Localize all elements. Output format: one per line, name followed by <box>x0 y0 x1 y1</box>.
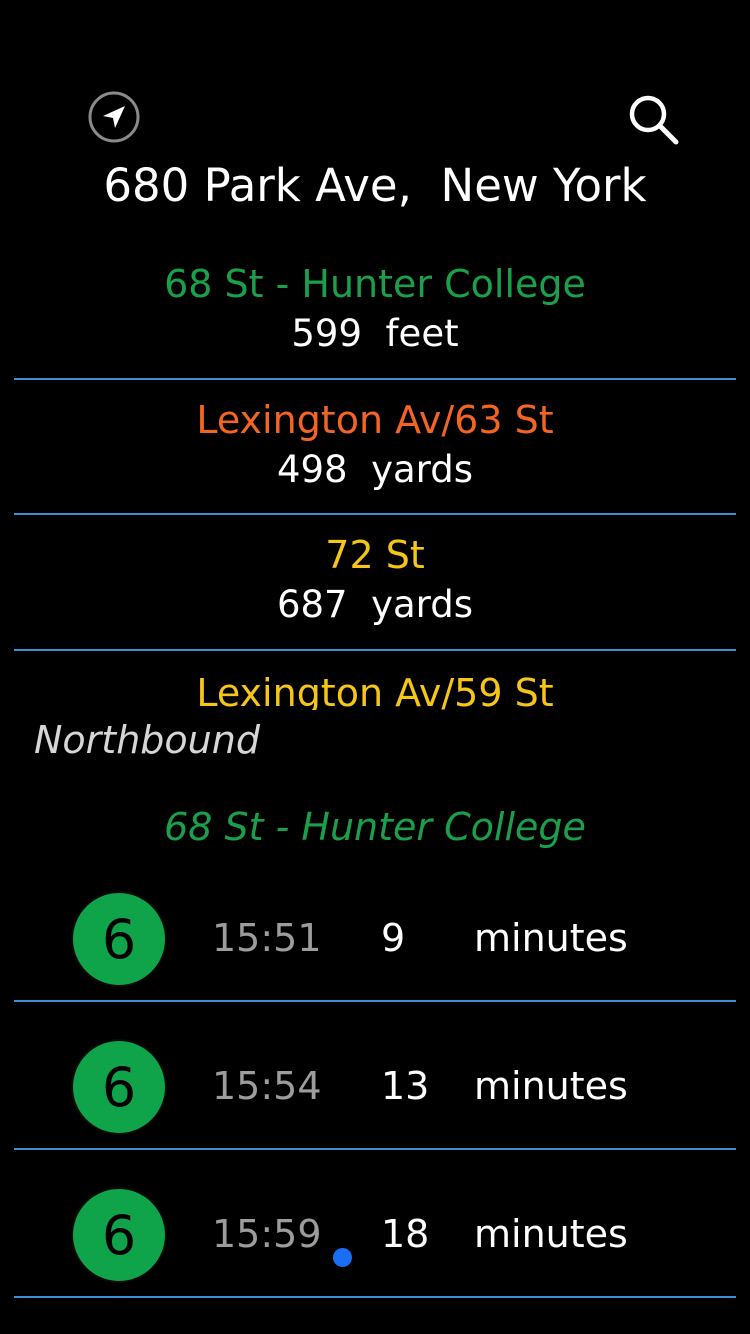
arrival-row[interactable]: 6 15:54 13 minutes <box>0 1001 750 1149</box>
arrival-time: 15:51 <box>212 916 322 960</box>
route-6-badge: 6 <box>71 1039 167 1135</box>
separator <box>14 1296 736 1298</box>
minutes-unit: minutes <box>474 1212 628 1256</box>
minutes-unit: minutes <box>474 916 628 960</box>
location-arrow-icon <box>88 91 140 143</box>
selected-station-name: 68 St - Hunter College <box>164 805 586 849</box>
search-icon <box>629 95 679 145</box>
station-name: 72 St <box>325 533 425 577</box>
direction-label: Northbound <box>34 718 260 762</box>
minutes-unit: minutes <box>474 1064 628 1108</box>
route-6-badge: 6 <box>71 891 167 987</box>
current-address: 680 Park Ave, New York <box>103 159 647 212</box>
station-item[interactable]: 72 St 687 yards <box>0 533 750 627</box>
station-distance: 687 yards <box>276 583 474 626</box>
minutes-away: 9 <box>381 916 406 960</box>
station-item[interactable]: 68 St - Hunter College 599 feet <box>0 262 750 356</box>
minutes-away: 13 <box>381 1064 430 1108</box>
separator <box>14 649 736 651</box>
arrival-time: 15:59 <box>212 1212 322 1256</box>
live-indicator-dot <box>333 1248 352 1267</box>
arrival-row[interactable]: 6 15:51 9 minutes <box>0 853 750 1001</box>
arrival-row[interactable]: 6 15:59 18 minutes <box>0 1149 750 1297</box>
station-name: Lexington Av/59 St <box>196 671 554 710</box>
search-button[interactable] <box>624 90 682 148</box>
route-6-badge: 6 <box>71 1187 167 1283</box>
station-name: 68 St - Hunter College <box>164 262 586 306</box>
station-item[interactable]: Lexington Av/63 St 498 yards <box>0 398 750 492</box>
location-button[interactable] <box>88 91 140 143</box>
separator <box>14 513 736 515</box>
station-distance: 498 yards <box>276 448 474 491</box>
arrival-time: 15:54 <box>212 1064 322 1108</box>
station-item[interactable]: Lexington Av/59 St <box>0 652 750 710</box>
separator <box>14 378 736 380</box>
station-name: Lexington Av/63 St <box>196 398 554 442</box>
station-distance: 599 feet <box>291 312 459 355</box>
minutes-away: 18 <box>381 1212 430 1256</box>
